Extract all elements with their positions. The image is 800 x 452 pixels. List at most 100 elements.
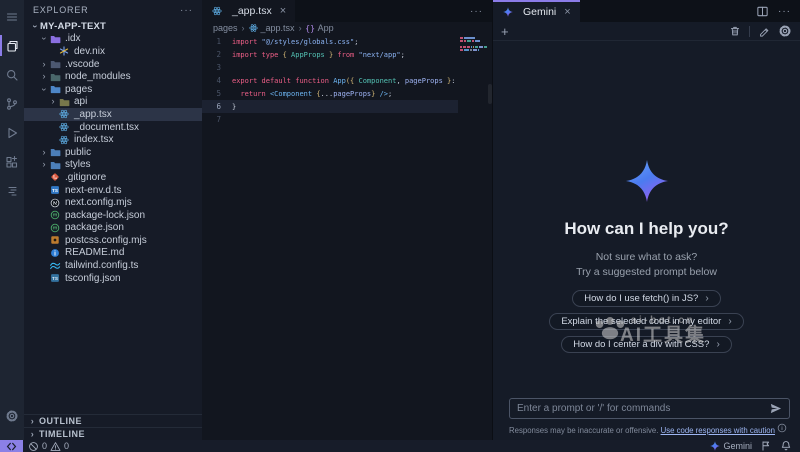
- feedback-flag-icon[interactable]: [760, 440, 772, 452]
- line-number: 6: [202, 102, 232, 111]
- tree-row-dev-nix[interactable]: dev.nix: [24, 45, 202, 58]
- caution-link[interactable]: Use code responses with caution: [661, 426, 775, 435]
- breadcrumb: pages›_app.tsx›{}App: [202, 22, 492, 34]
- chevron-right-icon: ›: [28, 430, 37, 439]
- info-icon[interactable]: [777, 423, 787, 433]
- error-icon: [28, 441, 39, 452]
- bell-icon[interactable]: [780, 440, 792, 452]
- gemini-empty-state: How can I help you? Not sure what to ask…: [493, 41, 800, 440]
- line-number: 7: [202, 115, 232, 124]
- tree-row-postcss-config-mjs[interactable]: postcss.config.mjs: [24, 234, 202, 247]
- folder-blue2-icon: [49, 160, 61, 170]
- activity-menu-icon[interactable]: [0, 2, 24, 31]
- tab-app-tsx[interactable]: _app.tsx ×: [202, 0, 295, 22]
- close-icon[interactable]: ×: [280, 5, 286, 17]
- tree-row--app-tsx[interactable]: _app.tsx: [24, 108, 202, 121]
- tree-row-package-lock-json[interactable]: package-lock.json: [24, 209, 202, 222]
- code-editor[interactable]: 1import "@/styles/globals.css";2import t…: [202, 34, 492, 440]
- disclaimer: Responses may be inaccurate or offensive…: [509, 423, 790, 435]
- gear-icon[interactable]: [778, 24, 792, 38]
- activity-source-control-icon[interactable]: [0, 89, 24, 118]
- prompt-input[interactable]: [517, 403, 769, 414]
- tree-row--idx[interactable]: ›.idx: [24, 33, 202, 46]
- tree-row-pages[interactable]: › pages: [24, 83, 202, 96]
- status-bar: 0 0 Gemini: [0, 440, 800, 452]
- line-number: 3: [202, 63, 232, 72]
- folder-blue2-icon: [49, 147, 61, 157]
- tree-row--gitignore[interactable]: .gitignore: [24, 171, 202, 184]
- tree-row--document-tsx[interactable]: _document.tsx: [24, 121, 202, 134]
- section-outline[interactable]: ›OUTLINE: [24, 414, 202, 427]
- file-label: package.json: [65, 222, 124, 233]
- tree-row-my-app-text[interactable]: ›MY-APP-TEXT: [24, 20, 202, 33]
- chevron-right-icon: ›: [28, 417, 37, 426]
- file-label: package-lock.json: [65, 210, 145, 221]
- chevron-right-icon: ›: [39, 148, 49, 157]
- more-icon[interactable]: ···: [778, 6, 791, 17]
- tree-row-public[interactable]: ›public: [24, 146, 202, 159]
- chevron-right-icon: ›: [728, 316, 731, 327]
- file-label: README.md: [65, 247, 124, 258]
- line-number: 4: [202, 76, 232, 85]
- chevron-right-icon: ›: [39, 60, 49, 69]
- folder-olive-icon: [58, 97, 70, 107]
- tree-row-api[interactable]: ›api: [24, 96, 202, 109]
- file-label: index.tsx: [74, 134, 113, 145]
- activity-files-icon[interactable]: [0, 31, 24, 60]
- tree-row-styles[interactable]: ›styles: [24, 159, 202, 172]
- chevron-right-icon: ›: [39, 72, 49, 81]
- gemini-status-item[interactable]: Gemini: [710, 441, 752, 451]
- file-label: dev.nix: [74, 46, 105, 57]
- nix-icon: [58, 46, 70, 56]
- breadcrumb-item[interactable]: pages: [213, 23, 238, 33]
- tree-row-package-json[interactable]: package.json: [24, 222, 202, 235]
- file-label: next.config.mjs: [65, 197, 132, 208]
- tab-gemini[interactable]: Gemini ×: [493, 0, 580, 22]
- problems-status[interactable]: 0 0: [23, 441, 69, 452]
- chevron-right-icon: ›: [39, 160, 49, 169]
- trash-icon[interactable]: [729, 25, 741, 37]
- minimap[interactable]: [460, 37, 487, 58]
- breadcrumb-item[interactable]: _app.tsx: [249, 23, 295, 33]
- tree-row-tsconfig-json[interactable]: TStsconfig.json: [24, 272, 202, 285]
- activity-search-icon[interactable]: [0, 60, 24, 89]
- tree-row-tailwind-config-ts[interactable]: tailwind.config.ts: [24, 259, 202, 272]
- suggested-prompt-chip[interactable]: How do I center a div with CSS?›: [561, 336, 732, 353]
- tree-row-next-config-mjs[interactable]: next.config.mjs: [24, 196, 202, 209]
- explorer-more-icon[interactable]: ···: [180, 5, 193, 16]
- file-label: tailwind.config.ts: [65, 260, 138, 271]
- eraser-icon[interactable]: [758, 25, 770, 37]
- file-label: _app.tsx: [74, 109, 112, 120]
- split-editor-icon[interactable]: [756, 5, 769, 18]
- tree-row--vscode[interactable]: ›.vscode: [24, 58, 202, 71]
- tree-row-next-env-d-ts[interactable]: TS next-env.d.ts: [24, 184, 202, 197]
- file-tree: ›MY-APP-TEXT›.idxdev.nix›.vscode›node_mo…: [24, 20, 202, 284]
- file-label: next-env.d.ts: [65, 185, 122, 196]
- remote-indicator[interactable]: [0, 440, 23, 452]
- tree-row-readme-md[interactable]: README.md: [24, 247, 202, 260]
- chevron-right-icon: ›: [48, 97, 58, 106]
- folder-blue-icon: [49, 84, 61, 94]
- manage-gear-button[interactable]: [0, 401, 24, 430]
- file-label: node_modules: [65, 71, 131, 82]
- status-bar-right: Gemini: [710, 440, 800, 452]
- activity-run-debug-icon[interactable]: [0, 118, 24, 147]
- section-timeline[interactable]: ›TIMELINE: [24, 427, 202, 440]
- tree-row-index-tsx[interactable]: index.tsx: [24, 133, 202, 146]
- send-icon[interactable]: [769, 402, 782, 415]
- suggested-prompt-chip[interactable]: How do I use fetch() in JS?›: [572, 290, 720, 307]
- svg-text:TS: TS: [52, 188, 58, 193]
- file-label: pages: [65, 84, 92, 95]
- editor-more-icon[interactable]: ···: [470, 6, 492, 17]
- editor-tab-bar: _app.tsx × ···: [202, 0, 492, 22]
- chevron-down-icon: ›: [40, 84, 49, 94]
- activity-extensions-icon[interactable]: [0, 147, 24, 176]
- activity-idx-logs-icon[interactable]: [0, 176, 24, 205]
- suggested-prompt-chip[interactable]: Explain the selected code in my editor›: [549, 313, 743, 330]
- file-label: postcss.config.mjs: [65, 235, 147, 246]
- new-chat-button[interactable]: +: [501, 25, 509, 38]
- breadcrumb-item[interactable]: {}App: [306, 23, 334, 33]
- close-icon[interactable]: ×: [564, 6, 570, 18]
- warning-count: 0: [64, 441, 69, 451]
- tree-row-node-modules[interactable]: › node_modules: [24, 70, 202, 83]
